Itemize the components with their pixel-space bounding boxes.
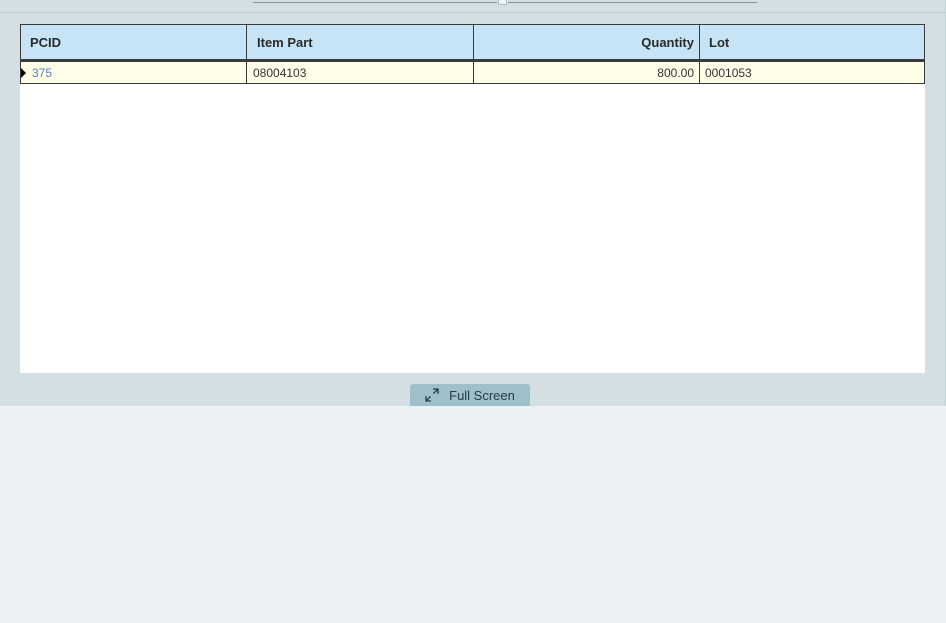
- column-header-item-part-label: Item Part: [257, 34, 313, 50]
- cell-quantity[interactable]: 800.00: [474, 62, 700, 83]
- row-selector-arrow-icon: [21, 67, 26, 78]
- splitter-track-right: [508, 2, 757, 3]
- column-header-pcid-label: PCID: [30, 34, 62, 50]
- content-panel: PCID Item Part Quantity Lot 375 08004103…: [0, 0, 946, 406]
- grid-header-row: PCID Item Part Quantity Lot: [20, 24, 925, 60]
- cell-pcid-value: 375: [32, 65, 53, 80]
- column-header-quantity-label: Quantity: [641, 34, 694, 50]
- cell-item-part[interactable]: 08004103: [247, 62, 474, 83]
- top-divider: [0, 12, 946, 13]
- splitter-handle[interactable]: [498, 0, 507, 5]
- full-screen-button-label: Full Screen: [449, 387, 515, 403]
- column-header-pcid[interactable]: PCID: [21, 25, 247, 59]
- column-header-quantity[interactable]: Quantity: [474, 25, 700, 59]
- cell-item-part-value: 08004103: [253, 65, 307, 80]
- cell-quantity-value: 800.00: [657, 65, 694, 80]
- full-screen-button[interactable]: Full Screen: [410, 384, 530, 406]
- splitter-track-left: [253, 2, 497, 3]
- cell-lot-value: 0001053: [705, 65, 752, 80]
- cell-pcid[interactable]: 375: [21, 62, 247, 83]
- data-grid: PCID Item Part Quantity Lot 375 08004103…: [20, 24, 925, 373]
- column-header-item-part[interactable]: Item Part: [247, 25, 474, 59]
- cell-lot[interactable]: 0001053: [700, 62, 924, 83]
- expand-arrows-icon: [425, 388, 439, 402]
- column-header-lot[interactable]: Lot: [700, 25, 924, 59]
- table-row[interactable]: 375 08004103 800.00 0001053: [20, 60, 925, 84]
- column-header-lot-label: Lot: [709, 34, 730, 50]
